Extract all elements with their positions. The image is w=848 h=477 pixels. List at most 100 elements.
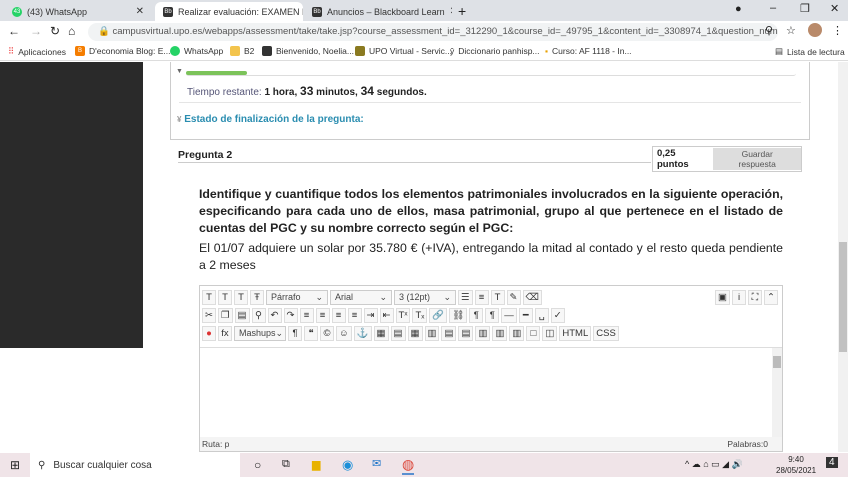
strikethrough-icon[interactable]: Ŧ	[250, 289, 264, 305]
collapse-icon[interactable]: ▼	[176, 68, 183, 75]
link-icon[interactable]: 🔗	[429, 307, 448, 323]
fullscreen-icon[interactable]: ⛶	[748, 289, 762, 305]
mashups-menu[interactable]: Mashups ⌄	[234, 325, 286, 341]
mail-icon[interactable]: ✉	[372, 457, 381, 470]
task-view-icon[interactable]: ⧉	[282, 458, 290, 471]
new-tab-button[interactable]: +	[458, 3, 466, 19]
font-select[interactable]: Arial ⌄	[330, 289, 392, 305]
record-icon[interactable]: ●	[202, 325, 216, 341]
editor-scrollbar[interactable]	[772, 348, 782, 437]
align-right-icon[interactable]: ≡	[331, 307, 346, 323]
table-cell-icon[interactable]: ▦	[407, 325, 423, 341]
tab-whatsapp[interactable]: 43 (43) WhatsApp ✕	[4, 2, 152, 21]
bookmark-apps[interactable]: ⠿ Aplicaciones	[8, 46, 66, 57]
reading-list[interactable]: ▤ Lista de lectura	[775, 46, 845, 57]
zoom-icon[interactable]: ⚲	[765, 24, 773, 37]
save-answer-button[interactable]: Guardar respuesta	[713, 148, 801, 170]
html-icon[interactable]: HTML	[559, 325, 592, 341]
url-input[interactable]: 🔒 campusvirtual.upo.es/webapps/assessmen…	[88, 23, 778, 41]
ltr-icon[interactable]: ¶	[469, 307, 484, 323]
eraser-icon[interactable]: ⌫	[522, 289, 542, 305]
minimize-button[interactable]: –	[770, 2, 776, 14]
col-before-icon[interactable]: ▥	[475, 325, 491, 341]
copy-icon[interactable]: ❐	[218, 307, 233, 323]
spellcheck-icon[interactable]: ✓	[550, 307, 565, 323]
indent-icon[interactable]: ⇥	[363, 307, 378, 323]
table-row-icon[interactable]: ▤	[390, 325, 406, 341]
copyright-icon[interactable]: ©	[320, 325, 334, 341]
windows-start-icon[interactable]: ⊞	[10, 458, 20, 472]
italic-icon[interactable]: T	[218, 289, 232, 305]
highlight-icon[interactable]: ✎	[506, 289, 521, 305]
underline-icon[interactable]: T	[234, 289, 248, 305]
table-col-icon[interactable]: ▥	[424, 325, 440, 341]
align-left-icon[interactable]: ≡	[299, 307, 314, 323]
superscript-icon[interactable]: Tˣ	[395, 307, 411, 323]
unlink-icon[interactable]: ⛓	[449, 307, 468, 323]
nbsp-icon[interactable]: ␣	[534, 307, 549, 323]
bullet-list-icon[interactable]: ☰	[458, 289, 473, 305]
emoji-icon[interactable]: ☺	[336, 325, 352, 341]
bookmark[interactable]: WhatsApp	[170, 46, 223, 56]
cut-icon[interactable]: ✂	[202, 307, 216, 323]
system-tray-icons[interactable]: ^ ☁ ⌂ ▭ ◢ 🔊	[685, 459, 743, 470]
bookmark[interactable]: ŷ Diccionario panhisp...	[450, 46, 540, 56]
notifications-icon[interactable]: 4	[826, 457, 838, 468]
quote-icon[interactable]: ❝	[304, 325, 318, 341]
redo-icon[interactable]: ↷	[283, 307, 298, 323]
cortana-icon[interactable]: ○	[254, 458, 261, 472]
find-icon[interactable]: ⚲	[251, 307, 266, 323]
table-icon[interactable]: ▦	[373, 325, 389, 341]
font-size-select[interactable]: 3 (12pt) ⌄	[394, 289, 456, 305]
formula-icon[interactable]: fx	[218, 325, 232, 341]
close-tab-icon[interactable]: ✕	[450, 6, 452, 17]
avatar[interactable]	[808, 23, 822, 37]
page-scrollbar[interactable]	[838, 62, 848, 452]
numbered-list-icon[interactable]: ≡	[474, 289, 489, 305]
profile-menu-icon[interactable]: ●	[735, 3, 742, 15]
close-tab-icon[interactable]: ✕	[136, 6, 144, 17]
restore-button[interactable]: ❐	[800, 2, 810, 15]
tab-anuncios[interactable]: Bb Anuncios – Blackboard Learn ✕	[304, 2, 452, 21]
css-icon[interactable]: CSS	[593, 325, 619, 341]
col-after-icon[interactable]: ▥	[492, 325, 508, 341]
reload-button[interactable]: ↻	[50, 24, 60, 38]
bookmark[interactable]: B D'economia Blog: E...	[75, 46, 170, 56]
completion-status-link[interactable]: ¥ Estado de finalización de la pregunta:	[177, 114, 364, 125]
row-before-icon[interactable]: ▤	[441, 325, 457, 341]
subscript-icon[interactable]: Tₓ	[412, 307, 428, 323]
format-select[interactable]: Párrafo ⌄	[266, 289, 328, 305]
taskbar-search-input[interactable]: ⚲ Buscar cualquier cosa	[30, 453, 240, 477]
menu-icon[interactable]: ⋮	[832, 24, 843, 37]
align-center-icon[interactable]: ≡	[315, 307, 330, 323]
file-explorer-icon[interactable]: ▆	[312, 458, 320, 471]
delete-col-icon[interactable]: ▥	[509, 325, 525, 341]
answer-textarea[interactable]	[200, 347, 782, 437]
undo-icon[interactable]: ↶	[267, 307, 282, 323]
bookmark-folder[interactable]: B2	[230, 46, 254, 56]
close-window-button[interactable]: ✕	[830, 2, 839, 15]
collapse-icon[interactable]: ⌃	[764, 289, 778, 305]
bookmark[interactable]: UPO Virtual - Servic...	[355, 46, 452, 56]
justify-icon[interactable]: ≡	[347, 307, 362, 323]
clock[interactable]: 9:40 28/05/2021	[776, 454, 816, 476]
rtl-icon[interactable]: ¶	[485, 307, 500, 323]
info-icon[interactable]: i	[732, 289, 746, 305]
bookmark-star-icon[interactable]: ☆	[786, 24, 796, 37]
hr-icon[interactable]: —	[501, 307, 517, 323]
split-icon[interactable]: ◫	[542, 325, 558, 341]
bookmark[interactable]: Bienvenido, Noelia...	[262, 46, 354, 56]
edge-icon[interactable]: ◉	[342, 457, 353, 473]
hr-thick-icon[interactable]: ━	[518, 307, 533, 323]
paste-icon[interactable]: ▤	[234, 307, 250, 323]
merge-icon[interactable]: □	[526, 325, 541, 341]
chrome-icon[interactable]: ◍	[402, 456, 415, 475]
back-button[interactable]: ←	[8, 24, 20, 38]
home-button[interactable]: ⌂	[68, 24, 75, 38]
bookmark[interactable]: ▪ Curso: AF 1118 - In...	[545, 46, 632, 56]
bold-icon[interactable]: T	[202, 289, 216, 305]
anchor-icon[interactable]: ⚓	[353, 325, 372, 341]
paragraph-icon[interactable]: ¶	[288, 325, 302, 341]
outdent-icon[interactable]: ⇤	[379, 307, 394, 323]
text-color-icon[interactable]: T	[490, 289, 505, 305]
